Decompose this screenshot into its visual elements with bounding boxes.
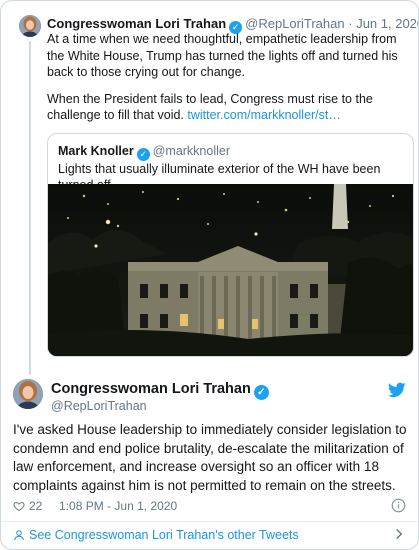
verified-badge-icon: ✓ — [136, 148, 150, 161]
parent-author-handle[interactable]: @RepLoriTrahan — [245, 16, 344, 31]
heart-icon[interactable] — [13, 500, 25, 512]
thread-connector-line — [29, 41, 31, 375]
chevron-right-icon[interactable] — [392, 527, 406, 541]
parent-tweet[interactable]: Congresswoman Lori Trahan ✓ @RepLoriTrahan… — [13, 13, 418, 375]
tweet-meta: 22 1:08 PM - Jun 1, 2020 — [13, 498, 177, 514]
header-separator: · — [348, 16, 353, 31]
tweet-embed-card: Congresswoman Lori Trahan ✓ @RepLoriTrahan… — [0, 0, 419, 550]
see-other-tweets-link[interactable]: See Congresswoman Lori Trahan's other Tw… — [13, 526, 406, 544]
main-tweet-text: I've asked House leadership to immediate… — [13, 422, 407, 493]
main-author-name-text[interactable]: Congresswoman Lori Trahan — [51, 381, 251, 397]
quoted-author-handle[interactable]: @markknoller — [153, 144, 230, 158]
main-avatar[interactable] — [13, 379, 43, 409]
quoted-header: Mark Knoller ✓ @markknoller — [58, 143, 230, 161]
quoted-tweet-link[interactable]: twitter.com/markknoller/st… — [187, 108, 341, 122]
main-author-handle[interactable]: @RepLoriTrahan — [51, 398, 147, 414]
quoted-tweet-card[interactable]: Mark Knoller ✓ @markknoller Lights that us… — [47, 133, 414, 357]
info-icon[interactable] — [391, 498, 406, 513]
verified-badge-icon: ✓ — [253, 385, 269, 400]
tweet-timestamp[interactable]: 1:08 PM - Jun 1, 2020 — [59, 499, 177, 513]
parent-avatar[interactable] — [19, 15, 41, 37]
parent-paragraph-2: When the President fails to lead, Congre… — [47, 91, 413, 124]
person-icon — [14, 530, 24, 541]
white-house-night-photo[interactable] — [48, 184, 414, 357]
parent-author-name[interactable]: Congresswoman Lori Trahan — [47, 16, 226, 31]
parent-tweet-text: At a time when we need thoughtful, empat… — [47, 31, 413, 134]
like-count[interactable]: 22 — [29, 499, 42, 513]
footer-divider — [1, 521, 418, 522]
main-author-name[interactable]: Congresswoman Lori Trahan ✓ — [51, 380, 272, 400]
parent-paragraph-1: At a time when we need thoughtful, empat… — [47, 32, 398, 79]
twitter-bird-icon[interactable] — [388, 382, 406, 398]
parent-date-link[interactable]: Jun 1, 2020 — [356, 16, 418, 31]
see-other-tweets-label[interactable]: See Congresswoman Lori Trahan's other Tw… — [29, 528, 299, 542]
quoted-author-name[interactable]: Mark Knoller — [58, 144, 134, 158]
